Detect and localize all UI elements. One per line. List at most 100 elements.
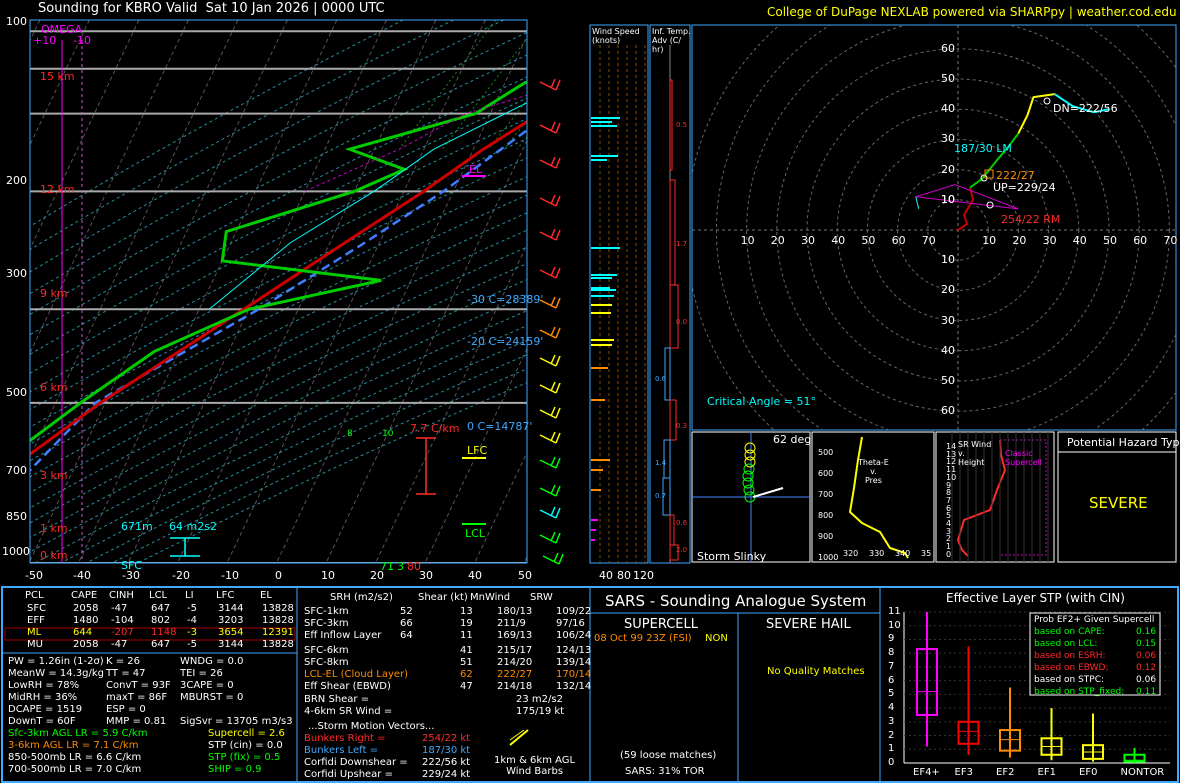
sars-match-type: NON bbox=[705, 633, 728, 644]
hodo-x-tick: 70 bbox=[1163, 234, 1178, 247]
parcel-cell: 13828 bbox=[262, 615, 294, 626]
parcel-cell: -47 bbox=[111, 639, 128, 650]
kin-cell: 62 bbox=[460, 669, 473, 680]
wind-barb-flag bbox=[550, 194, 556, 205]
dry-adiabat bbox=[60, 339, 527, 563]
wind-barb-flag bbox=[550, 456, 556, 467]
index-value: TT = 47 bbox=[106, 668, 146, 679]
kin-row-label: SFC-3km bbox=[304, 618, 349, 629]
kin-cell: 109/22 bbox=[556, 606, 592, 617]
profile-temperature bbox=[30, 119, 527, 457]
temp-adv-value: 0.6 bbox=[676, 519, 688, 527]
sfc-value: 80 bbox=[407, 560, 421, 573]
wind-barb-flag bbox=[550, 266, 556, 277]
height-label: 12 km bbox=[40, 183, 75, 196]
parcel-cell: 13828 bbox=[262, 639, 294, 650]
parcel-cell: ML bbox=[27, 627, 42, 638]
t-tick: 40 bbox=[468, 569, 482, 582]
parcel-header: LCL bbox=[149, 590, 168, 601]
parcel-header: EL bbox=[260, 590, 272, 601]
srwind-y-tick: 0 bbox=[946, 549, 952, 559]
composite-index: SHIP = 0.9 bbox=[208, 764, 262, 775]
wind-barb-flag bbox=[550, 228, 556, 239]
hodo-x-tick: 30 bbox=[1042, 234, 1057, 247]
wind-barb-flag bbox=[555, 485, 561, 497]
hodo-y-tick: 20 bbox=[941, 162, 955, 176]
composite-index: STP (cin) = 0.0 bbox=[208, 740, 283, 751]
sars-nomatch: No Quality Matches bbox=[767, 666, 865, 677]
index-value: ESP = 0 bbox=[106, 704, 146, 715]
hodo-annot: UP=229/24 bbox=[993, 181, 1056, 194]
stp-y-tick: 7 bbox=[888, 660, 895, 672]
stp-title: Effective Layer STP (with CIN) bbox=[946, 591, 1125, 605]
isotherm-line bbox=[574, 20, 832, 563]
hodo-hodograph-6-9km bbox=[1017, 93, 1055, 134]
hodo-x-tick: 30 bbox=[801, 234, 815, 247]
wind-barb-flag bbox=[550, 121, 556, 132]
wind-tick: 40 bbox=[599, 569, 613, 582]
slinky-circle bbox=[743, 484, 755, 496]
ml-highlight bbox=[4, 627, 296, 641]
index-value: ConvT = 93F bbox=[106, 680, 171, 691]
index-value: TEI = 26 bbox=[180, 668, 223, 679]
index-value: DownT = 60F bbox=[8, 716, 76, 727]
wind-barb-flag bbox=[553, 552, 559, 563]
p-tick-200: 200 bbox=[6, 174, 27, 187]
parcel-cell: SFC bbox=[27, 603, 47, 614]
parcel-header: CINH bbox=[109, 590, 134, 601]
kin-cell: 19 bbox=[460, 618, 473, 629]
index-value: DCAPE = 1519 bbox=[8, 704, 83, 715]
temp-adv-value: 0.3 bbox=[676, 422, 688, 430]
stp-prob-value: 0.15 bbox=[1136, 639, 1157, 649]
wind-barb-flag bbox=[550, 431, 556, 442]
kin-row-label: SFC-6km bbox=[304, 645, 349, 656]
kin-cell: 11 bbox=[460, 630, 473, 641]
corfidi-up: Corfidi Upshear = bbox=[304, 769, 393, 780]
thetae-y-tick: 900 bbox=[818, 532, 834, 541]
hodo-y-tick: 30 bbox=[941, 313, 955, 327]
slinky-circle bbox=[744, 456, 756, 468]
sars-supercell: SUPERCELL bbox=[624, 617, 698, 632]
hodo-marker bbox=[915, 196, 920, 209]
parcel-cell: 644 bbox=[73, 627, 93, 638]
dry-adiabat bbox=[30, 310, 527, 553]
kin-cell: 97/16 bbox=[556, 618, 585, 629]
stp-prob-value: 0.06 bbox=[1136, 675, 1157, 685]
corfidi-up-v: 229/24 kt bbox=[422, 769, 471, 780]
parcel-cell: EFF bbox=[27, 615, 45, 626]
kin-cell: 47 bbox=[460, 681, 473, 692]
index-value: maxT = 86F bbox=[106, 692, 168, 703]
kin-cell: 170/14 bbox=[556, 669, 592, 680]
omega-tick: +10 bbox=[33, 34, 57, 47]
index-value: MeanW = 14.3g/kg bbox=[8, 668, 104, 679]
parcel-cell: -4 bbox=[187, 615, 197, 626]
sfc-label: SFC bbox=[121, 559, 142, 572]
hazard-value: SEVERE bbox=[1089, 494, 1148, 512]
kin-header: SRH (m2/s2) bbox=[330, 592, 393, 603]
isotherm-line bbox=[127, 20, 387, 563]
stp-category: EF1 bbox=[1037, 767, 1056, 778]
sars-loose: (59 loose matches) bbox=[620, 750, 717, 761]
parcel-cell: 647 bbox=[151, 639, 171, 650]
wind-barb-flag bbox=[555, 297, 561, 309]
wind-barb-flag bbox=[555, 267, 561, 279]
temp-adv-value: 0.6 bbox=[655, 375, 667, 383]
parcel-cell: -3 bbox=[187, 627, 197, 638]
hodo-annot: 254/22 RM bbox=[1001, 213, 1061, 226]
mixing-ratio-line bbox=[441, 37, 527, 150]
parcel-header: PCL bbox=[25, 590, 44, 601]
kin-cell: 66 bbox=[400, 618, 413, 629]
parcel-cell: 1480 bbox=[73, 615, 99, 626]
hodo-x-tick: 40 bbox=[1072, 234, 1087, 247]
t-tick: -10 bbox=[221, 569, 239, 582]
kin-cell: 169/13 bbox=[497, 630, 533, 641]
kin-header: MnWind bbox=[470, 592, 511, 603]
wind-barb-flag bbox=[550, 484, 556, 495]
hodo-ring bbox=[692, 25, 1176, 430]
isotherm-line bbox=[30, 20, 288, 563]
stp-category: EF4+ bbox=[913, 767, 940, 778]
stp-prob-label: based on STP_fixed: bbox=[1034, 687, 1125, 697]
temp-adv-value: 0.0 bbox=[676, 318, 688, 326]
kin-header: Shear (kt) bbox=[418, 592, 468, 603]
composite-index: STP (fix) = 0.5 bbox=[208, 752, 281, 763]
